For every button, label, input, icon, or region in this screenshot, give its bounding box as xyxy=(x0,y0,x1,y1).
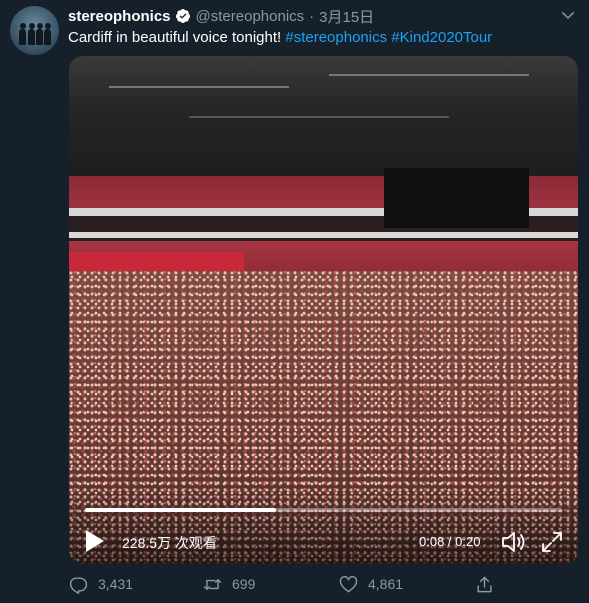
balcony-rail xyxy=(69,232,578,238)
share-button[interactable] xyxy=(475,572,504,596)
account-handle[interactable]: @stereophonics xyxy=(196,8,305,25)
like-count: 4,861 xyxy=(368,576,404,592)
tweet-text: Cardiff in beautiful voice tonight! #ste… xyxy=(68,28,492,48)
lighting-rig xyxy=(109,86,289,88)
view-count: 228.5万 次观看 xyxy=(122,535,217,551)
progress-bar[interactable] xyxy=(85,508,562,512)
account-name[interactable]: stereophonics xyxy=(68,8,171,25)
reply-count: 3,431 xyxy=(98,576,134,592)
lighting-rig xyxy=(329,74,529,76)
arena-ceiling xyxy=(69,56,578,186)
like-button[interactable]: 4,861 xyxy=(339,572,403,596)
retweet-button[interactable]: 699 xyxy=(203,572,255,596)
band-member-figure xyxy=(44,23,51,45)
share-icon xyxy=(477,576,492,592)
retweet-icon xyxy=(203,578,222,590)
hashtag-link[interactable]: #Kind2020Tour xyxy=(391,29,492,46)
lighting-rig xyxy=(189,116,449,118)
video-player[interactable]: 228.5万 次观看 0:08 / 0:20 xyxy=(69,56,578,564)
band-member-figure xyxy=(19,23,26,45)
tweet-date[interactable]: 3月15日 xyxy=(319,6,374,27)
tweet-actions: 3,431 699 4,861 xyxy=(0,572,589,596)
verified-badge-icon xyxy=(175,9,190,23)
retweet-count: 699 xyxy=(232,576,256,592)
reply-icon xyxy=(69,576,88,594)
tweet-body: Cardiff in beautiful voice tonight! xyxy=(68,29,286,46)
hashtag-link[interactable]: #stereophonics xyxy=(285,29,387,46)
band-member-figure xyxy=(28,23,35,45)
heart-icon xyxy=(339,575,358,592)
band-member-figure xyxy=(36,23,43,45)
chevron-down-icon[interactable] xyxy=(559,6,577,24)
tweet-header: stereophonics @stereophonics · 3月15日 xyxy=(68,6,374,26)
tweet[interactable]: stereophonics @stereophonics · 3月15日 Car… xyxy=(0,0,589,603)
reply-button[interactable]: 3,431 xyxy=(69,572,133,596)
volume-icon[interactable] xyxy=(501,530,527,554)
arena-screen xyxy=(384,168,529,228)
separator: · xyxy=(309,7,315,25)
play-icon[interactable] xyxy=(83,528,107,554)
avatar[interactable] xyxy=(10,6,59,55)
video-time: 0:08 / 0:20 xyxy=(419,534,481,549)
progress-fill xyxy=(85,508,276,512)
fullscreen-icon[interactable] xyxy=(540,530,564,554)
